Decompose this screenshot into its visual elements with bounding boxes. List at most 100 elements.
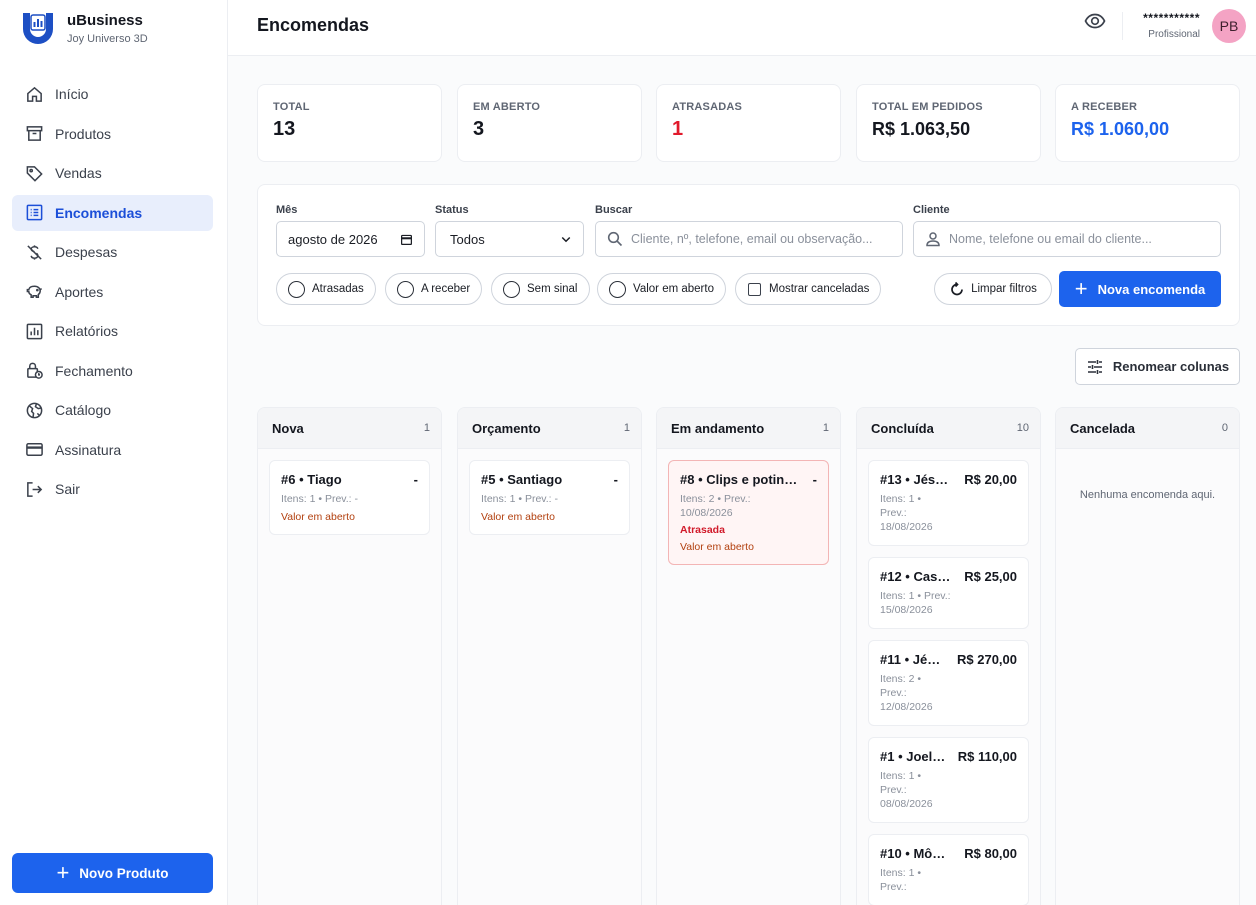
clear-filters-button[interactable]: Limpar filtros bbox=[934, 273, 1052, 305]
sidebar-item-vendas[interactable]: Vendas bbox=[12, 155, 213, 191]
radio-icon bbox=[609, 280, 626, 298]
sidebar-item-catalogo[interactable]: Catálogo bbox=[12, 392, 213, 428]
filter-chip-a-receber[interactable]: A receber bbox=[385, 273, 483, 305]
order-title: #1 • Joelma bbox=[880, 749, 950, 764]
sidebar-item-produtos[interactable]: Produtos bbox=[12, 116, 213, 152]
column-title: Concluída bbox=[871, 420, 934, 436]
stat-label: EM ABERTO bbox=[473, 101, 541, 113]
chip-label: Sem sinal bbox=[527, 283, 578, 295]
order-meta: Itens: 1 • Prev.: 08/08/2026 bbox=[880, 770, 933, 810]
filter-chip-valor-aberto[interactable]: Valor em aberto bbox=[597, 273, 726, 305]
order-title: #10 • Mônica bbox=[880, 846, 952, 861]
masked-username: *********** bbox=[1143, 11, 1200, 25]
stat-value: R$ 1.063,50 bbox=[872, 119, 971, 139]
order-card[interactable]: #8 • Clips e potinhos - Itens: 2 • Prev.… bbox=[668, 460, 829, 565]
stat-card-em-aberto: EM ABERTO 3 bbox=[457, 84, 642, 162]
stat-label: TOTAL bbox=[273, 101, 310, 113]
eye-icon[interactable] bbox=[1084, 10, 1106, 32]
sidebar-item-label: Aportes bbox=[55, 283, 104, 300]
stat-card-a-receber: A RECEBER R$ 1.060,00 bbox=[1055, 84, 1240, 162]
order-price: R$ 20,00 bbox=[964, 472, 1017, 487]
sidebar-item-despesas[interactable]: Despesas bbox=[12, 234, 213, 270]
board-column-em-andamento: Em andamento 1 #8 • Clips e potinhos - I… bbox=[656, 407, 841, 905]
order-meta: Itens: 1 • Prev.: - bbox=[281, 493, 359, 505]
order-card[interactable]: #10 • Mônica R$ 80,00 Itens: 1 • Prev.: bbox=[868, 834, 1029, 905]
sidebar-item-aportes[interactable]: Aportes bbox=[12, 274, 213, 310]
order-meta: Itens: 1 • Prev.: bbox=[880, 867, 922, 893]
sidebar-item-assinatura[interactable]: Assinatura bbox=[12, 432, 213, 468]
sidebar-item-fechamento[interactable]: Fechamento bbox=[12, 353, 213, 389]
tag-icon bbox=[24, 163, 44, 183]
order-card[interactable]: #11 • Jéssica R$ 270,00 Itens: 2 • Prev.… bbox=[868, 640, 1029, 726]
column-count: 1 bbox=[623, 422, 630, 434]
status-value: Todos bbox=[450, 231, 485, 247]
column-header: Nova 1 bbox=[258, 408, 441, 449]
order-price: R$ 80,00 bbox=[964, 846, 1017, 861]
column-count: 10 bbox=[1016, 422, 1029, 434]
order-card[interactable]: #12 • Cassia R$ 25,00 Itens: 1 • Prev.: … bbox=[868, 557, 1029, 629]
order-title: #11 • Jéssica bbox=[880, 652, 946, 667]
calendar-icon bbox=[401, 234, 412, 245]
sidebar: uBusiness Joy Universo 3D Início Produto… bbox=[0, 0, 228, 905]
page-title: Encomendas bbox=[257, 15, 370, 35]
top-header: Encomendas *********** Profissional PB bbox=[228, 0, 1256, 56]
order-card[interactable]: #13 • Jéssica R$ 20,00 Itens: 1 • Prev.:… bbox=[868, 460, 1029, 546]
radio-icon bbox=[397, 280, 414, 298]
archive-icon bbox=[24, 124, 44, 144]
radio-icon bbox=[503, 280, 520, 298]
client-input[interactable]: Nome, telefone ou email do cliente... bbox=[913, 221, 1221, 257]
rename-columns-label: Renomear colunas bbox=[1112, 359, 1230, 374]
logout-icon bbox=[24, 479, 44, 499]
order-meta: Itens: 1 • Prev.: - bbox=[481, 493, 559, 505]
credit-card-icon bbox=[24, 440, 44, 460]
refresh-icon bbox=[951, 281, 963, 296]
order-late-badge: Atrasada bbox=[680, 524, 725, 536]
board-column-concluida: Concluída 10 #13 • Jéssica R$ 20,00 Iten… bbox=[856, 407, 1041, 905]
chip-label: Atrasadas bbox=[312, 283, 364, 295]
chip-label: Mostrar canceladas bbox=[769, 283, 870, 295]
avatar[interactable]: PB bbox=[1212, 9, 1246, 43]
order-card[interactable]: #1 • Joelma R$ 110,00 Itens: 1 • Prev.: … bbox=[868, 737, 1029, 823]
money-off-icon bbox=[24, 242, 44, 262]
search-input[interactable]: Cliente, nº, telefone, email ou observaç… bbox=[595, 221, 903, 257]
header-divider bbox=[1122, 12, 1123, 40]
sidebar-nav: Início Produtos Vendas Encomendas Despes… bbox=[12, 76, 213, 511]
sidebar-item-relatorios[interactable]: Relatórios bbox=[12, 313, 213, 349]
sidebar-item-label: Assinatura bbox=[55, 441, 122, 458]
stat-value: 1 bbox=[672, 118, 684, 140]
month-label: Mês bbox=[276, 204, 298, 216]
sidebar-item-label: Relatórios bbox=[55, 323, 119, 339]
rename-columns-button[interactable]: Renomear colunas bbox=[1075, 348, 1240, 385]
sidebar-item-sair[interactable]: Sair bbox=[12, 471, 213, 507]
sidebar-item-encomendas[interactable]: Encomendas bbox=[12, 194, 213, 231]
order-open-value: Valor em aberto bbox=[680, 541, 754, 553]
month-input[interactable]: agosto de 2026 bbox=[276, 221, 425, 257]
column-count: 1 bbox=[822, 422, 829, 434]
column-title: Nova bbox=[272, 420, 304, 436]
stat-value: R$ 1.060,00 bbox=[1071, 119, 1170, 139]
sidebar-item-inicio[interactable]: Início bbox=[12, 76, 213, 112]
chip-label: A receber bbox=[421, 283, 471, 295]
chip-label: Valor em aberto bbox=[633, 283, 714, 295]
plus-icon: + bbox=[1074, 276, 1088, 301]
show-cancelled-checkbox[interactable]: Mostrar canceladas bbox=[735, 273, 882, 305]
order-card[interactable]: #5 • Santiago - Itens: 1 • Prev.: - Valo… bbox=[469, 460, 630, 535]
order-open-value: Valor em aberto bbox=[281, 511, 355, 523]
status-select[interactable]: Todos bbox=[435, 221, 584, 257]
sidebar-item-label: Vendas bbox=[55, 165, 102, 181]
brand[interactable]: uBusiness Joy Universo 3D bbox=[20, 10, 148, 46]
home-icon bbox=[24, 84, 44, 104]
new-order-button[interactable]: + Nova encomenda bbox=[1059, 271, 1221, 307]
filter-chip-atrasadas[interactable]: Atrasadas bbox=[276, 273, 376, 305]
radio-icon bbox=[288, 280, 305, 298]
order-meta: Itens: 1 • Prev.: 15/08/2026 bbox=[880, 590, 951, 616]
column-header: Em andamento 1 bbox=[657, 408, 840, 449]
order-title: #12 • Cassia bbox=[880, 569, 954, 584]
client-placeholder: Nome, telefone ou email do cliente... bbox=[949, 232, 1152, 246]
sidebar-item-label: Despesas bbox=[55, 244, 118, 260]
filters-panel: Mês agosto de 2026 Status Todos Buscar C… bbox=[257, 184, 1240, 326]
new-product-button[interactable]: + Novo Produto bbox=[12, 853, 213, 893]
filter-chip-sem-sinal[interactable]: Sem sinal bbox=[491, 273, 590, 305]
search-placeholder: Cliente, nº, telefone, email ou observaç… bbox=[631, 232, 873, 246]
order-card[interactable]: #6 • Tiago - Itens: 1 • Prev.: - Valor e… bbox=[269, 460, 430, 535]
